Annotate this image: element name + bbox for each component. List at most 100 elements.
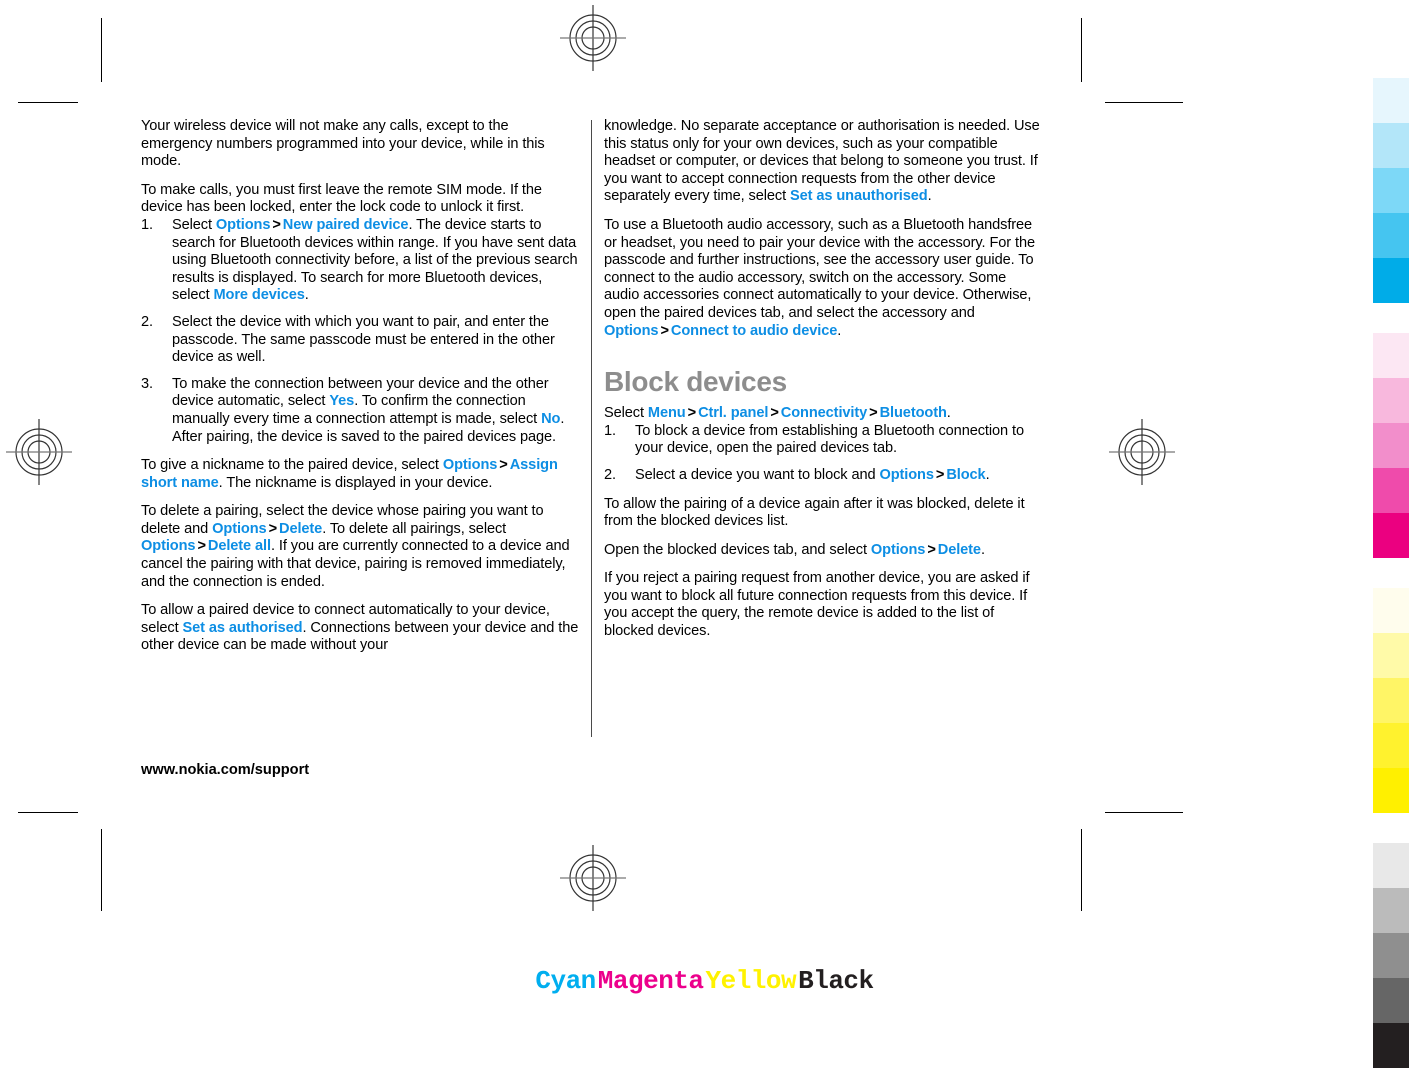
crop-mark-bottom-right-horizontal (1105, 812, 1183, 813)
crop-mark-bottom-left-horizontal (18, 812, 78, 813)
yellow-ramp-swatch-4 (1373, 723, 1409, 768)
menu-term: Options (604, 322, 659, 339)
menu-term: Set as authorised (182, 619, 303, 636)
menu-term: Options (215, 216, 271, 233)
menu-term: Bluetooth (879, 405, 947, 422)
grey-ramp-swatch-5 (1373, 1023, 1409, 1068)
menu-separator: > (499, 457, 508, 474)
cyan-ramp-swatch-1 (1373, 78, 1409, 123)
swatch-gap (1373, 303, 1409, 333)
swatch-gap (1373, 813, 1409, 843)
section-heading-block-devices: Block devices (604, 366, 787, 398)
menu-separator: > (869, 405, 878, 422)
crop-mark-top-right-horizontal (1105, 102, 1183, 103)
right-text-column: knowledge. No separate acceptance or aut… (604, 118, 1044, 641)
p-knowledge: knowledge. No separate acceptance or aut… (604, 118, 1044, 206)
menu-term: Delete (279, 520, 323, 537)
p-nickname: To give a nickname to the paired device,… (141, 457, 581, 492)
yellow-ramp-swatch-3 (1373, 678, 1409, 723)
body-text-run: Select a device you want to block and (635, 466, 880, 483)
block-step-1: To block a device from establishing a Bl… (604, 423, 1044, 458)
registration-mark-top (560, 5, 626, 71)
step-3: To make the connection between your devi… (141, 376, 581, 446)
menu-term: Set as unauthorised (790, 188, 928, 205)
magenta-ramp-swatch-4 (1373, 468, 1409, 513)
crop-mark-bottom-left-vertical (101, 829, 102, 911)
yellow-ramp-swatch-1 (1373, 588, 1409, 633)
body-text-run: Select (604, 405, 648, 422)
registration-mark-left (6, 419, 72, 485)
body-text-run: . (946, 405, 951, 422)
grey-ramp-swatch-2 (1373, 888, 1409, 933)
cmyk-label-cyan: Cyan (535, 966, 596, 996)
menu-separator: > (268, 520, 278, 537)
menu-term: Options (879, 466, 934, 483)
menu-separator: > (935, 466, 945, 483)
menu-term: Connectivity (780, 405, 868, 422)
menu-term: Options (870, 541, 926, 558)
crop-mark-top-left-vertical (101, 18, 102, 82)
body-text-run: If you reject a pairing request from ano… (604, 570, 1030, 640)
pairing-steps-list: Select Options > New paired device. The de… (141, 217, 581, 446)
body-text-run: Your wireless device will not make any c… (141, 118, 545, 170)
column-divider (591, 120, 592, 737)
menu-term: Options (442, 457, 498, 474)
cyan-ramp-swatch-4 (1373, 213, 1409, 258)
grey-ramp-swatch-1 (1373, 843, 1409, 888)
menu-term: Delete all (207, 538, 271, 555)
swatch-gap (1373, 558, 1409, 588)
body-text-run: Open the blocked devices tab, and select (604, 541, 871, 558)
body-text-run: . (980, 541, 985, 558)
crop-mark-top-left-horizontal (18, 102, 78, 103)
step-1: Select Options > New paired device. The de… (141, 217, 581, 305)
magenta-ramp-swatch-1 (1373, 333, 1409, 378)
body-text-run: Select the device with which you want to… (172, 313, 555, 366)
block-devices-steps-list: To block a device from establishing a Bl… (604, 423, 1044, 485)
cmyk-label-black: Black (798, 966, 874, 996)
p-audio-accessory: To use a Bluetooth audio accessory, such… (604, 217, 1044, 340)
left-paragraphs-before: Your wireless device will not make any c… (141, 118, 581, 217)
body-text-run: Select (172, 216, 216, 233)
menu-term: Yes (329, 393, 355, 410)
crop-mark-bottom-right-vertical (1081, 829, 1082, 911)
cyan-ramp-swatch-3 (1373, 168, 1409, 213)
body-text-run: To use a Bluetooth audio accessory, such… (604, 216, 1035, 321)
cyan-ramp-swatch-5 (1373, 258, 1409, 303)
yellow-ramp-swatch-5 (1373, 768, 1409, 813)
magenta-ramp-swatch-5 (1373, 513, 1409, 558)
p-block-path: Select Menu > Ctrl. panel > Connectivity > Blu… (604, 405, 1044, 423)
p-open-blocked-tab: Open the blocked devices tab, and select… (604, 542, 1044, 560)
body-text-run: . (304, 287, 309, 304)
step-2: Select the device with which you want to… (141, 314, 581, 367)
right-paragraphs-after: To allow the pairing of a device again a… (604, 496, 1044, 641)
block-devices-menu-path: Select Menu > Ctrl. panel > Connectivity > Blu… (604, 405, 1044, 423)
cmyk-label-yellow: Yellow (705, 966, 797, 996)
registration-mark-bottom (560, 845, 626, 911)
cmyk-label-magenta: Magenta (597, 966, 704, 996)
menu-term: Options (141, 538, 196, 555)
magenta-ramp-swatch-3 (1373, 423, 1409, 468)
menu-term: Ctrl. panel (698, 405, 769, 422)
registration-mark-right (1109, 419, 1175, 485)
p-delete-pairing: To delete a pairing, select the device w… (141, 503, 581, 591)
cyan-ramp-swatch-2 (1373, 123, 1409, 168)
body-text-run: . To delete all pairings, select (322, 520, 507, 537)
body-text-run: To block a device from establishing a Bl… (635, 422, 1024, 457)
menu-separator: > (272, 216, 281, 233)
menu-separator: > (660, 322, 669, 339)
menu-term: Options (212, 520, 267, 537)
cmyk-legend: CyanMagentaYellowBlack (0, 966, 1409, 996)
body-text-run: . (927, 188, 932, 205)
support-url: www.nokia.com/support (141, 762, 310, 778)
body-text-run: . (985, 466, 990, 483)
menu-separator: > (687, 405, 697, 422)
menu-separator: > (197, 538, 206, 555)
body-text-run: . (837, 322, 842, 339)
menu-term: Block (946, 466, 986, 483)
magenta-ramp-swatch-2 (1373, 378, 1409, 423)
p-authorised: To allow a paired device to connect auto… (141, 602, 581, 655)
menu-term: Menu (647, 405, 686, 422)
menu-term: New paired device (282, 216, 409, 233)
colour-calibration-bars (1373, 78, 1409, 1068)
menu-term: No (541, 410, 561, 427)
